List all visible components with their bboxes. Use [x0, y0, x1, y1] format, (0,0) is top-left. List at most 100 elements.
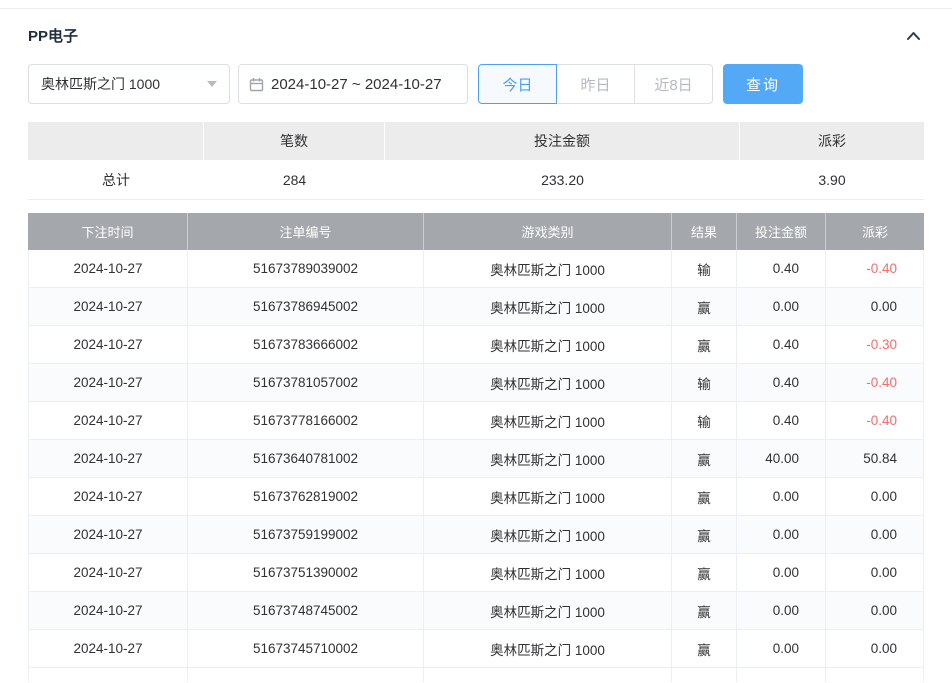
payout-cell: 0.00: [826, 516, 924, 554]
order-id-cell: 51673786945002: [188, 288, 424, 326]
payout-cell: -0.40: [826, 250, 924, 288]
table-row: 2024-10-27 51673762819002 奥林匹斯之门 1000 赢 …: [28, 478, 924, 516]
table-row: 2024-10-27 51673781057002 奥林匹斯之门 1000 输 …: [28, 364, 924, 402]
header-result: 结果: [672, 213, 737, 250]
payout-cell: -0.40: [826, 402, 924, 440]
order-id-cell: 51673745710002: [188, 630, 424, 668]
bet-amount-cell: 0.00: [737, 478, 826, 516]
result-cell: 赢: [672, 630, 737, 668]
table-row: 2024-10-27 51673640781002 奥林匹斯之门 1000 赢 …: [28, 440, 924, 478]
table-row-partial: [28, 668, 924, 682]
order-id-cell: 51673762819002: [188, 478, 424, 516]
payout-cell: -0.40: [826, 364, 924, 402]
pp-report-panel: PP电子 奥林匹斯之门 1000 2024-10-27 ~ 2024-10-27…: [0, 8, 952, 682]
filter-bar: 奥林匹斯之门 1000 2024-10-27 ~ 2024-10-27 今日 昨…: [28, 64, 924, 104]
quick-range-yesterday-button[interactable]: 昨日: [556, 64, 635, 104]
result-cell: 赢: [672, 554, 737, 592]
result-cell: 赢: [672, 326, 737, 364]
result-cell: 赢: [672, 478, 737, 516]
bet-amount-cell: 0.40: [737, 326, 826, 364]
result-cell: 赢: [672, 288, 737, 326]
payout-cell: 0.00: [826, 478, 924, 516]
order-id-cell: 51673759199002: [188, 516, 424, 554]
chevron-up-icon: [906, 32, 920, 40]
result-cell: 输: [672, 250, 737, 288]
game-type-cell: 奥林匹斯之门 1000: [424, 440, 672, 478]
table-row: 2024-10-27 51673789039002 奥林匹斯之门 1000 输 …: [28, 250, 924, 288]
game-select[interactable]: 奥林匹斯之门 1000: [28, 64, 230, 104]
summary-table: 笔数 投注金额 派彩 总计 284 233.20 3.90: [28, 122, 924, 200]
page-title: PP电子: [28, 28, 79, 45]
quick-range-last8days-button[interactable]: 近8日: [634, 64, 713, 104]
summary-header-bet-amount: 投注金额: [385, 122, 740, 160]
summary-header-row: 笔数 投注金额 派彩: [28, 122, 924, 160]
header-bet-amount: 投注金额: [737, 213, 826, 250]
caret-down-icon: [207, 81, 217, 87]
bets-table-body: 2024-10-27 51673789039002 奥林匹斯之门 1000 输 …: [28, 250, 924, 668]
quick-range-today-button[interactable]: 今日: [478, 64, 557, 104]
order-id-cell: 51673789039002: [188, 250, 424, 288]
bet-date-cell: 2024-10-27: [28, 630, 188, 668]
payout-cell: 50.84: [826, 440, 924, 478]
quick-range-group: 今日 昨日 近8日: [478, 64, 713, 104]
game-type-cell: 奥林匹斯之门 1000: [424, 364, 672, 402]
bet-date-cell: 2024-10-27: [28, 478, 188, 516]
summary-count-value: 284: [204, 160, 385, 200]
summary-header-payout: 派彩: [740, 122, 924, 160]
table-row: 2024-10-27 51673745710002 奥林匹斯之门 1000 赢 …: [28, 630, 924, 668]
table-row: 2024-10-27 51673778166002 奥林匹斯之门 1000 输 …: [28, 402, 924, 440]
result-cell: 赢: [672, 592, 737, 630]
payout-cell: [826, 668, 924, 682]
bet-date-cell: 2024-10-27: [28, 516, 188, 554]
result-cell: [672, 668, 737, 682]
bets-table-header: 下注时间 注单编号 游戏类别 结果 投注金额 派彩: [28, 213, 924, 250]
bet-amount-cell: 0.00: [737, 592, 826, 630]
payout-cell: 0.00: [826, 630, 924, 668]
collapse-button[interactable]: [902, 25, 924, 47]
bet-date-cell: 2024-10-27: [28, 364, 188, 402]
bet-date-cell: 2024-10-27: [28, 554, 188, 592]
bet-amount-cell: 40.00: [737, 440, 826, 478]
payout-cell: 0.00: [826, 288, 924, 326]
table-row: 2024-10-27 51673786945002 奥林匹斯之门 1000 赢 …: [28, 288, 924, 326]
header-order-id: 注单编号: [188, 213, 424, 250]
panel-header: PP电子: [28, 8, 924, 48]
header-game-type: 游戏类别: [424, 213, 672, 250]
result-cell: 赢: [672, 440, 737, 478]
game-type-cell: 奥林匹斯之门 1000: [424, 402, 672, 440]
bet-amount-cell: 0.00: [737, 516, 826, 554]
calendar-icon: [249, 77, 264, 91]
bets-table: 下注时间 注单编号 游戏类别 结果 投注金额 派彩 2024-10-27 516…: [28, 213, 924, 682]
order-id-cell: 51673640781002: [188, 440, 424, 478]
search-button[interactable]: 查询: [723, 64, 803, 104]
header-bet-time: 下注时间: [28, 213, 188, 250]
bet-date-cell: 2024-10-27: [28, 592, 188, 630]
payout-cell: -0.30: [826, 326, 924, 364]
bet-amount-cell: [737, 668, 826, 682]
bet-date-cell: 2024-10-27: [28, 250, 188, 288]
game-type-cell: 奥林匹斯之门 1000: [424, 326, 672, 364]
game-type-cell: 奥林匹斯之门 1000: [424, 554, 672, 592]
game-select-value: 奥林匹斯之门 1000: [41, 76, 161, 92]
summary-payout-value: 3.90: [740, 160, 924, 200]
bet-amount-cell: 0.40: [737, 250, 826, 288]
table-row: 2024-10-27 51673751390002 奥林匹斯之门 1000 赢 …: [28, 554, 924, 592]
date-range-picker[interactable]: 2024-10-27 ~ 2024-10-27: [238, 64, 468, 104]
bet-amount-cell: 0.00: [737, 288, 826, 326]
summary-total-row: 总计 284 233.20 3.90: [28, 160, 924, 200]
result-cell: 输: [672, 364, 737, 402]
game-type-cell: 奥林匹斯之门 1000: [424, 288, 672, 326]
order-id-cell: 51673751390002: [188, 554, 424, 592]
bet-date-cell: [28, 668, 188, 682]
summary-bet-amount-value: 233.20: [385, 160, 740, 200]
game-type-cell: [424, 668, 672, 682]
order-id-cell: 51673748745002: [188, 592, 424, 630]
game-type-cell: 奥林匹斯之门 1000: [424, 630, 672, 668]
table-row: 2024-10-27 51673748745002 奥林匹斯之门 1000 赢 …: [28, 592, 924, 630]
date-range-value: 2024-10-27 ~ 2024-10-27: [271, 75, 442, 93]
summary-total-label: 总计: [28, 160, 204, 200]
game-type-cell: 奥林匹斯之门 1000: [424, 592, 672, 630]
summary-header-count: 笔数: [204, 122, 385, 160]
bet-date-cell: 2024-10-27: [28, 440, 188, 478]
order-id-cell: 51673783666002: [188, 326, 424, 364]
